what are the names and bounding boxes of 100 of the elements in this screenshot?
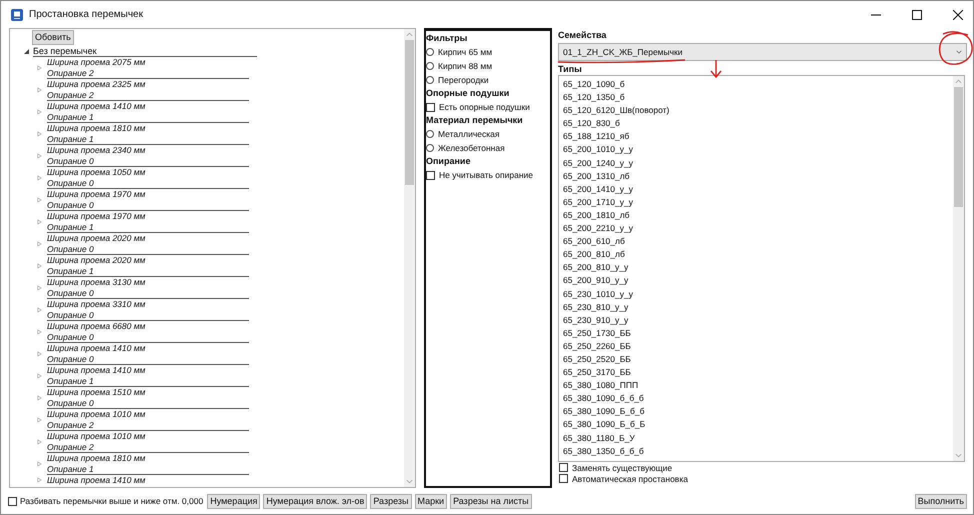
action-button[interactable]: Разрезы на листы	[450, 494, 532, 508]
opening-width-label: Ширина проема 1410 мм	[47, 101, 146, 112]
checkbox[interactable]	[426, 102, 435, 112]
type-list-item[interactable]: 65_200_810_у_у	[563, 261, 953, 274]
tree-item[interactable]: Ширина проема 2075 мм Опирание 2	[47, 57, 249, 79]
tree-item[interactable]: Ширина проема 1970 мм Опирание 1	[47, 211, 249, 233]
opening-width-label: Ширина проема 2340 мм	[47, 145, 146, 156]
scroll-up-icon[interactable]	[406, 32, 413, 37]
type-list-item[interactable]: 65_200_910_у_у	[563, 274, 953, 288]
type-list-item[interactable]: 65_200_1240_у_у	[563, 156, 953, 170]
support-label: Опирание 0	[47, 200, 95, 210]
types-label: Типы	[558, 63, 582, 75]
tree-item[interactable]: Ширина проема 1010 мм Опирание 2	[47, 431, 249, 453]
close-icon[interactable]	[953, 10, 963, 20]
run-button[interactable]: Выполнить	[914, 494, 967, 508]
scrollbar-thumb[interactable]	[954, 87, 963, 207]
type-list-item[interactable]: 65_120_830_б	[563, 117, 953, 130]
support-label: Опирание 2	[47, 90, 95, 100]
window-title: Простановка перемычек	[29, 9, 143, 20]
action-button[interactable]: Марки	[414, 494, 448, 508]
scrollbar-thumb[interactable]	[405, 40, 414, 185]
tree-item[interactable]: Ширина проема 1810 мм Опирание 1	[47, 453, 249, 475]
tree-item[interactable]: Ширина проема 1810 мм Опирание 1	[47, 123, 249, 145]
type-list-item[interactable]: 65_380_1080_ППП	[563, 379, 953, 392]
app-icon	[11, 8, 23, 20]
type-list-item[interactable]: 65_120_1350_б	[563, 91, 953, 104]
type-list-item[interactable]: 65_380_1350_б_б_б	[563, 444, 953, 458]
scrollbar[interactable]	[953, 76, 964, 461]
tree-item[interactable]: Ширина проема 2325 мм Опирание 2	[47, 79, 249, 101]
type-list-item[interactable]: 65_200_2210_у_у	[563, 222, 953, 236]
scroll-up-icon[interactable]	[955, 79, 962, 84]
expander-icon[interactable]	[24, 48, 29, 54]
type-list-item[interactable]: 65_230_810_у_у	[563, 300, 953, 314]
tree-item[interactable]: Ширина проема 3130 мм Опирание 0	[47, 277, 249, 299]
radio-button[interactable]	[426, 76, 434, 84]
tree-item[interactable]: Ширина проема 1510 мм Опирание 0	[47, 387, 249, 409]
radio-button[interactable]	[426, 48, 434, 56]
maximize-icon[interactable]	[912, 10, 922, 20]
tree-item[interactable]: Ширина проема 2340 мм Опирание 0	[47, 145, 249, 167]
type-list-item[interactable]: 65_380_1180_Б_У	[563, 432, 953, 445]
radio-button[interactable]	[426, 144, 434, 152]
support-label: Опирание 1	[47, 222, 95, 232]
type-list-item[interactable]: 65_380_1090_Б_б_б	[563, 405, 953, 418]
tree-item[interactable]: Ширина проема 1410 мм Опирание 1	[47, 101, 249, 123]
checkbox[interactable]	[426, 170, 435, 180]
scroll-down-icon[interactable]	[955, 453, 962, 458]
type-list-item[interactable]: 65_188_1210_яб	[563, 130, 953, 144]
tree-item[interactable]: Ширина проема 1410 мм Опирание 0	[47, 343, 249, 365]
tree-item[interactable]: Ширина проема 2020 мм Опирание 1	[47, 255, 249, 277]
action-button[interactable]: Нумерация	[207, 494, 260, 508]
tree-item[interactable]: Ширина проема 1410 мм Опирание 1	[47, 365, 249, 387]
scrollbar[interactable]	[404, 29, 415, 487]
type-list-item[interactable]: 65_120_1090_б	[563, 78, 953, 92]
type-list-item[interactable]: 65_200_610_лб	[563, 235, 953, 248]
action-button[interactable]: Разрезы	[370, 494, 412, 508]
type-list-item[interactable]: 65_200_1710_у_у	[563, 196, 953, 209]
opening-width-label: Ширина проема 3130 мм	[47, 277, 146, 288]
type-list-item[interactable]: 65_250_2520_ББ	[563, 352, 953, 366]
type-list-item[interactable]: 65_230_910_у_у	[563, 314, 953, 327]
tree-root-label[interactable]: Без перемычек	[33, 46, 257, 56]
scroll-down-icon[interactable]	[406, 479, 413, 484]
type-list-item[interactable]: 65_250_1730_ББ	[563, 326, 953, 340]
support-label: Опирание 2	[47, 420, 95, 430]
tree-item[interactable]: Ширина проема 3310 мм Опирание 0	[47, 299, 249, 321]
checkbox[interactable]	[559, 474, 568, 483]
opening-width-label: Ширина проема 2325 мм	[47, 79, 146, 90]
option-label: Автоматическая простановка	[572, 474, 688, 484]
annotation-arrow	[709, 59, 723, 79]
section-heading: Фильтры	[426, 32, 468, 45]
radio-button[interactable]	[426, 130, 434, 138]
refresh-button[interactable]: Обовить	[32, 30, 74, 45]
type-list-item[interactable]: 65_200_810_лб	[563, 248, 953, 262]
opening-width-label: Ширина проема 1970 мм	[47, 189, 146, 200]
type-list-item[interactable]: 65_230_1010_у_у	[563, 288, 953, 301]
tree-item[interactable]: Ширина проема 2020 мм Опирание 0	[47, 233, 249, 255]
checkbox[interactable]	[8, 496, 17, 506]
type-list-item[interactable]: 65_200_1010_у_у	[563, 143, 953, 157]
tree-item[interactable]: Ширина проема 1010 мм Опирание 2	[47, 409, 249, 431]
family-dropdown[interactable]: 01_1_ZH_CK_ЖБ_Перемычки	[558, 43, 967, 61]
type-list-item[interactable]: 65_200_1810_лб	[563, 208, 953, 222]
tree-item[interactable]: Ширина проема 1050 мм Опирание 0	[47, 167, 249, 189]
checkbox[interactable]	[559, 463, 568, 472]
opening-width-label: Ширина проема 1410 мм	[47, 343, 146, 354]
tree-item[interactable]: Ширина проема 6680 мм Опирание 0	[47, 321, 249, 343]
opening-width-label: Ширина проема 6680 мм	[47, 321, 146, 332]
opening-width-label: Ширина проема 1810 мм	[47, 123, 146, 134]
type-list-item[interactable]: 65_120_6120_Шв(поворот)	[563, 104, 953, 118]
option-label: Кирпич 88 мм	[438, 61, 492, 71]
tree-item[interactable]: Ширина проема 1410 мм	[47, 475, 146, 486]
type-list-item[interactable]: 65_380_1090_б_б_б	[563, 392, 953, 406]
type-list-item[interactable]: 65_380_1090_Б_б_Б	[563, 418, 953, 432]
type-list-item[interactable]: 65_200_1310_лб	[563, 170, 953, 183]
support-label: Опирание 0	[47, 398, 95, 408]
type-list-item[interactable]: 65_200_1410_у_у	[563, 182, 953, 196]
tree-item[interactable]: Ширина проема 1970 мм Опирание 0	[47, 189, 249, 211]
option-label: Металлическая	[438, 129, 500, 139]
type-list-item[interactable]: 65_250_3170_ББ	[563, 366, 953, 380]
action-button[interactable]: Нумерация влож. эл-ов	[263, 494, 368, 508]
radio-button[interactable]	[426, 62, 434, 70]
type-list-item[interactable]: 65_250_2260_ББ	[563, 340, 953, 353]
